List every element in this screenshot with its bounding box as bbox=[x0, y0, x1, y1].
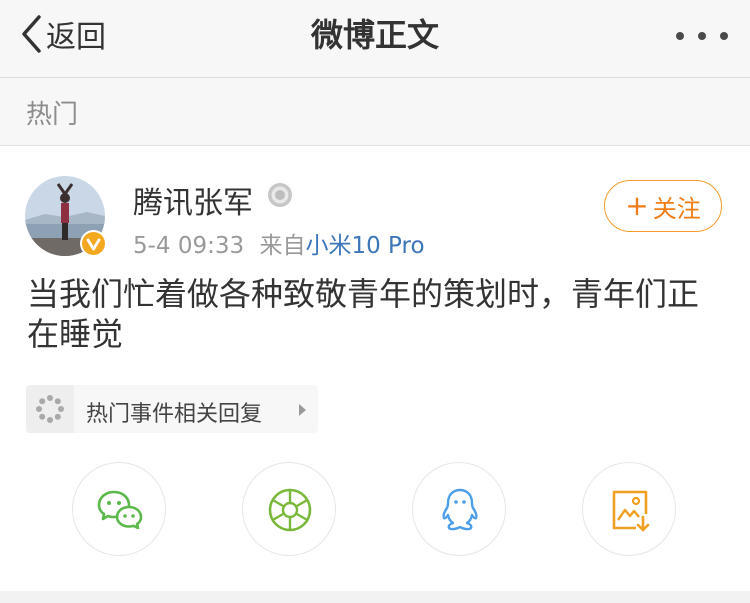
arrow-right-icon bbox=[299, 404, 306, 416]
post-card: 腾讯张军 5-4 09:33 来自小米10 Pro + 关注 当我们忙着做各种致… bbox=[0, 146, 750, 591]
medal-icon bbox=[268, 183, 292, 207]
save-image-button[interactable] bbox=[582, 462, 676, 556]
share-moments-button[interactable] bbox=[242, 462, 336, 556]
save-image-icon bbox=[612, 490, 650, 532]
share-row bbox=[0, 462, 750, 562]
moments-icon bbox=[268, 488, 312, 532]
verified-badge-icon bbox=[80, 230, 107, 257]
chevron-left-icon bbox=[22, 15, 41, 53]
follow-label: 关注 bbox=[652, 194, 701, 223]
follow-button[interactable]: + 关注 bbox=[604, 180, 722, 232]
plus-icon: + bbox=[625, 189, 649, 222]
share-qq-button[interactable] bbox=[412, 462, 506, 556]
post-meta: 5-4 09:33 来自小米10 Pro bbox=[133, 226, 425, 260]
more-dot bbox=[676, 32, 684, 40]
back-button[interactable]: 返回 bbox=[20, 14, 106, 55]
topic-label: 热门事件相关回复 bbox=[86, 402, 263, 427]
device-link[interactable]: 小米10 Pro bbox=[305, 233, 424, 259]
bottom-divider bbox=[0, 591, 750, 603]
qq-icon bbox=[442, 488, 478, 531]
hot-topic-replies[interactable]: 热门事件相关回复 bbox=[26, 385, 318, 433]
source-prefix: 来自 bbox=[259, 233, 306, 259]
username[interactable]: 腾讯张军 bbox=[133, 178, 253, 222]
section-label: 热门 bbox=[26, 100, 79, 130]
page-title: 微博正文 bbox=[310, 16, 439, 54]
more-dot bbox=[698, 32, 706, 40]
section-header: 热门 bbox=[0, 78, 750, 146]
more-icon[interactable] bbox=[676, 26, 728, 46]
top-nav-bar: 返回 微博正文 bbox=[0, 0, 750, 78]
wechat-icon bbox=[97, 490, 143, 530]
back-label: 返回 bbox=[46, 20, 106, 55]
share-wechat-button[interactable] bbox=[72, 462, 166, 556]
topic-icon bbox=[26, 385, 74, 433]
more-dot bbox=[720, 32, 728, 40]
post-text: 当我们忙着做各种致敬青年的策划时，青年们正在睡觉 bbox=[27, 275, 700, 353]
post-time: 5-4 09:33 bbox=[133, 233, 245, 259]
